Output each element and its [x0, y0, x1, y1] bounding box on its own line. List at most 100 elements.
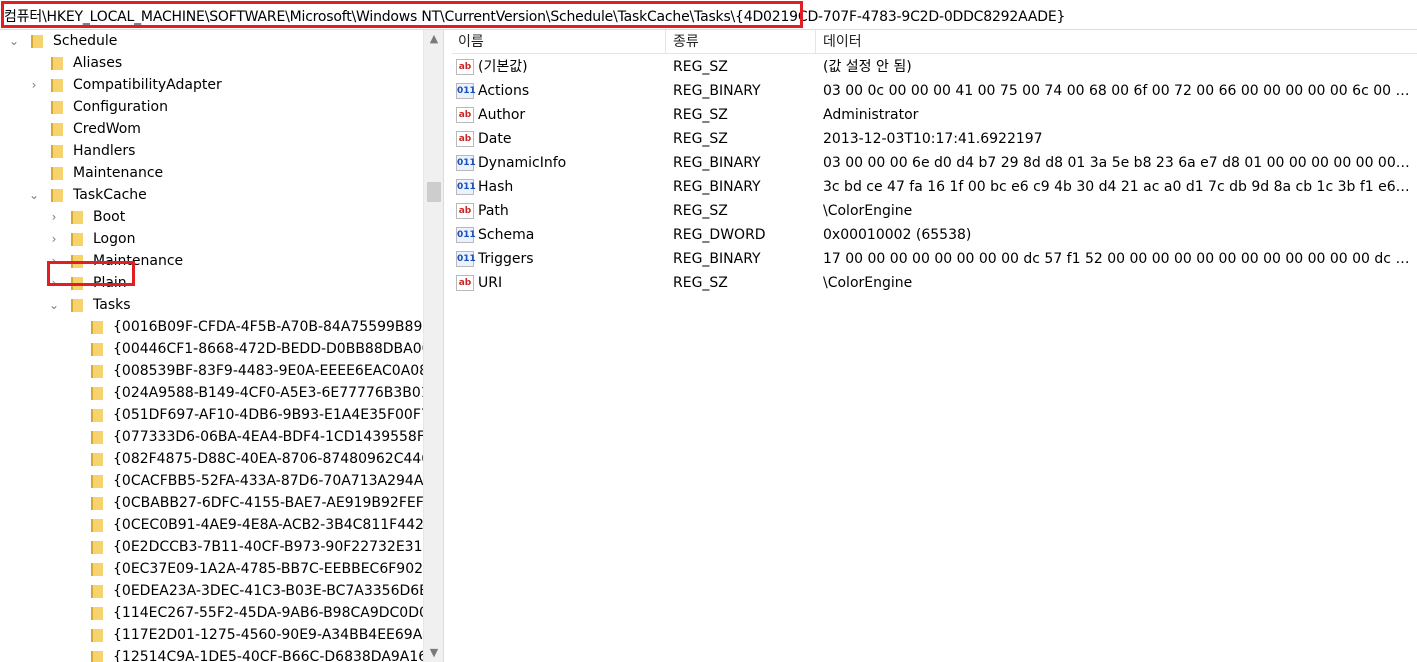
folder-shape: [71, 299, 83, 312]
value-row[interactable]: 011 Actions REG_BINARY 03 00 0c 00 00 00 41…: [452, 79, 1417, 103]
scroll-down-icon[interactable]: ▼: [424, 644, 444, 662]
tree-item[interactable]: › Maintenance: [0, 250, 443, 272]
tree-item[interactable]: ⌄ Schedule: [0, 30, 443, 52]
tree-item[interactable]: {12514C9A-1DE5-40CF-B66C-D6838DA9A169}: [0, 646, 443, 662]
tree-item[interactable]: {0EC37E09-1A2A-4785-BB7C-EEBBEC6F9026}: [0, 558, 443, 580]
folder-icon: [70, 232, 84, 246]
folder-icon: [90, 606, 104, 620]
tree-item[interactable]: ⌄ Tasks: [0, 294, 443, 316]
value-row[interactable]: 011 Triggers REG_BINARY 17 00 00 00 00 00 0…: [452, 247, 1417, 271]
tree-item-label: {00446CF1-8668-472D-BEDD-D0BB88DBA009}: [113, 341, 444, 357]
tree-scrollbar[interactable]: ▲ ▼: [423, 30, 443, 662]
tree-item[interactable]: {051DF697-AF10-4DB6-9B93-E1A4E35F00F7}: [0, 404, 443, 426]
folder-icon: [90, 474, 104, 488]
folder-shape: [71, 211, 83, 224]
value-type: REG_SZ: [673, 107, 728, 123]
tree-item[interactable]: {0CEC0B91-4AE9-4E8A-ACB2-3B4C811F442C}: [0, 514, 443, 536]
tree-item[interactable]: {082F4875-D88C-40EA-8706-87480962C446}: [0, 448, 443, 470]
tree-item-label: {114EC267-55F2-45DA-9AB6-B98CA9DC0D01}: [113, 605, 444, 621]
values-list[interactable]: 이름 종류 데이터 ab (기본값) REG_SZ (값 설정 안 됨) 011 Acti…: [452, 30, 1417, 662]
tree-item[interactable]: Maintenance: [0, 162, 443, 184]
value-row[interactable]: ab Date REG_SZ 2013-12-03T10:17:41.6922197: [452, 127, 1417, 151]
column-divider[interactable]: [815, 30, 816, 54]
value-row[interactable]: 011 DynamicInfo REG_BINARY 03 00 00 00 6e d…: [452, 151, 1417, 175]
tree-item[interactable]: Handlers: [0, 140, 443, 162]
folder-icon: [90, 408, 104, 422]
value-type: REG_SZ: [673, 131, 728, 147]
value-data: (값 설정 안 됨): [823, 59, 912, 75]
folder-shape: [91, 585, 103, 598]
folder-shape: [71, 255, 83, 268]
string-value-icon: ab: [456, 107, 474, 123]
value-row[interactable]: ab Author REG_SZ Administrator: [452, 103, 1417, 127]
tree-item-label: TaskCache: [73, 187, 147, 203]
tree-item[interactable]: ⌄ TaskCache: [0, 184, 443, 206]
value-type: REG_BINARY: [673, 155, 761, 171]
value-row[interactable]: ab URI REG_SZ \ColorEngine: [452, 271, 1417, 295]
chevron-right-icon[interactable]: ›: [48, 206, 60, 228]
string-value-icon: ab: [456, 131, 474, 147]
tree-item[interactable]: {117E2D01-1275-4560-90E9-A34BB4EE69A3}: [0, 624, 443, 646]
value-name: Author: [478, 107, 526, 123]
tree-item-label: {0016B09F-CFDA-4F5B-A70B-84A75599B89B}: [113, 319, 441, 335]
tree-item[interactable]: {0CBABB27-6DFC-4155-BAE7-AE919B92FEF2}: [0, 492, 443, 514]
chevron-right-icon[interactable]: ›: [48, 272, 60, 294]
value-row[interactable]: 011 Hash REG_BINARY 3c bd ce 47 fa 16 1f 00…: [452, 175, 1417, 199]
tree-item[interactable]: CredWom: [0, 118, 443, 140]
value-data: 03 00 00 00 6e d0 d4 b7 29 8d d8 01 3a 5…: [823, 155, 1413, 171]
tree-item[interactable]: {114EC267-55F2-45DA-9AB6-B98CA9DC0D01}: [0, 602, 444, 624]
folder-shape: [91, 563, 103, 576]
folder-shape: [91, 343, 103, 356]
tree-item[interactable]: › Logon: [0, 228, 443, 250]
tree-item[interactable]: {0CACFBB5-52FA-433A-87D6-70A713A294AD}: [0, 470, 443, 492]
chevron-down-icon[interactable]: ⌄: [48, 294, 60, 316]
value-row[interactable]: ab Path REG_SZ \ColorEngine: [452, 199, 1417, 223]
tree-item-label: {077333D6-06BA-4EA4-BDF4-1CD1439558F2}: [113, 429, 443, 445]
tree-item[interactable]: {00446CF1-8668-472D-BEDD-D0BB88DBA009}: [0, 338, 444, 360]
tree-item-label: Plain: [93, 275, 127, 291]
chevron-right-icon[interactable]: ›: [48, 250, 60, 272]
value-data: 3c bd ce 47 fa 16 1f 00 bc e6 c9 4b 30 d…: [823, 179, 1413, 195]
string-value-icon: ab: [456, 59, 474, 75]
column-header-name[interactable]: 이름: [458, 32, 484, 52]
tree-item[interactable]: Aliases: [0, 52, 443, 74]
column-divider[interactable]: [665, 30, 666, 54]
value-row[interactable]: ab (기본값) REG_SZ (값 설정 안 됨): [452, 55, 1417, 79]
folder-icon: [50, 122, 64, 136]
chevron-down-icon[interactable]: ⌄: [8, 30, 20, 52]
tree-item[interactable]: {008539BF-83F9-4483-9E0A-EEEE6EAC0A08}: [0, 360, 443, 382]
value-name: Date: [478, 131, 512, 147]
chevron-right-icon[interactable]: ›: [28, 74, 40, 96]
value-row[interactable]: 011 Schema REG_DWORD 0x00010002 (65538): [452, 223, 1417, 247]
folder-icon: [50, 188, 64, 202]
folder-shape: [91, 365, 103, 378]
tree-item[interactable]: {024A9588-B149-4CF0-A5E3-6E77776B3B01}: [0, 382, 443, 404]
chevron-down-icon[interactable]: ⌄: [28, 184, 40, 206]
scroll-up-icon[interactable]: ▲: [424, 30, 444, 48]
folder-shape: [91, 387, 103, 400]
scroll-thumb[interactable]: [427, 182, 441, 202]
address-path[interactable]: 컴퓨터\HKEY_LOCAL_MACHINE\SOFTWARE\Microsof…: [4, 6, 1065, 26]
value-name: Path: [478, 203, 509, 219]
folder-icon: [90, 342, 104, 356]
value-data: 03 00 0c 00 00 00 41 00 75 00 74 00 68 0…: [823, 83, 1413, 99]
tree-item[interactable]: › Plain: [0, 272, 443, 294]
tree-item[interactable]: › Boot: [0, 206, 443, 228]
folder-shape: [51, 167, 63, 180]
tree-item[interactable]: {077333D6-06BA-4EA4-BDF4-1CD1439558F2}: [0, 426, 443, 448]
tree-item-label: {082F4875-D88C-40EA-8706-87480962C446}: [113, 451, 440, 467]
column-header-type[interactable]: 종류: [673, 32, 699, 52]
value-name: Schema: [478, 227, 535, 243]
tree-item[interactable]: Configuration: [0, 96, 443, 118]
tree-item[interactable]: {0EDEA23A-3DEC-41C3-B03E-BC7A3356D6BC}: [0, 580, 443, 602]
value-type: REG_SZ: [673, 203, 728, 219]
registry-tree[interactable]: ⌄ Schedule Aliases › CompatibilityAdapter Con…: [0, 30, 444, 662]
chevron-right-icon[interactable]: ›: [48, 228, 60, 250]
tree-item[interactable]: {0E2DCCB3-7B11-40CF-B973-90F22732E317}: [0, 536, 443, 558]
values-header: 이름 종류 데이터: [452, 30, 1417, 54]
folder-icon: [90, 518, 104, 532]
tree-item[interactable]: {0016B09F-CFDA-4F5B-A70B-84A75599B89B}: [0, 316, 443, 338]
column-header-data[interactable]: 데이터: [823, 32, 862, 52]
address-bar[interactable]: 컴퓨터\HKEY_LOCAL_MACHINE\SOFTWARE\Microsof…: [0, 0, 1417, 30]
tree-item[interactable]: › CompatibilityAdapter: [0, 74, 443, 96]
